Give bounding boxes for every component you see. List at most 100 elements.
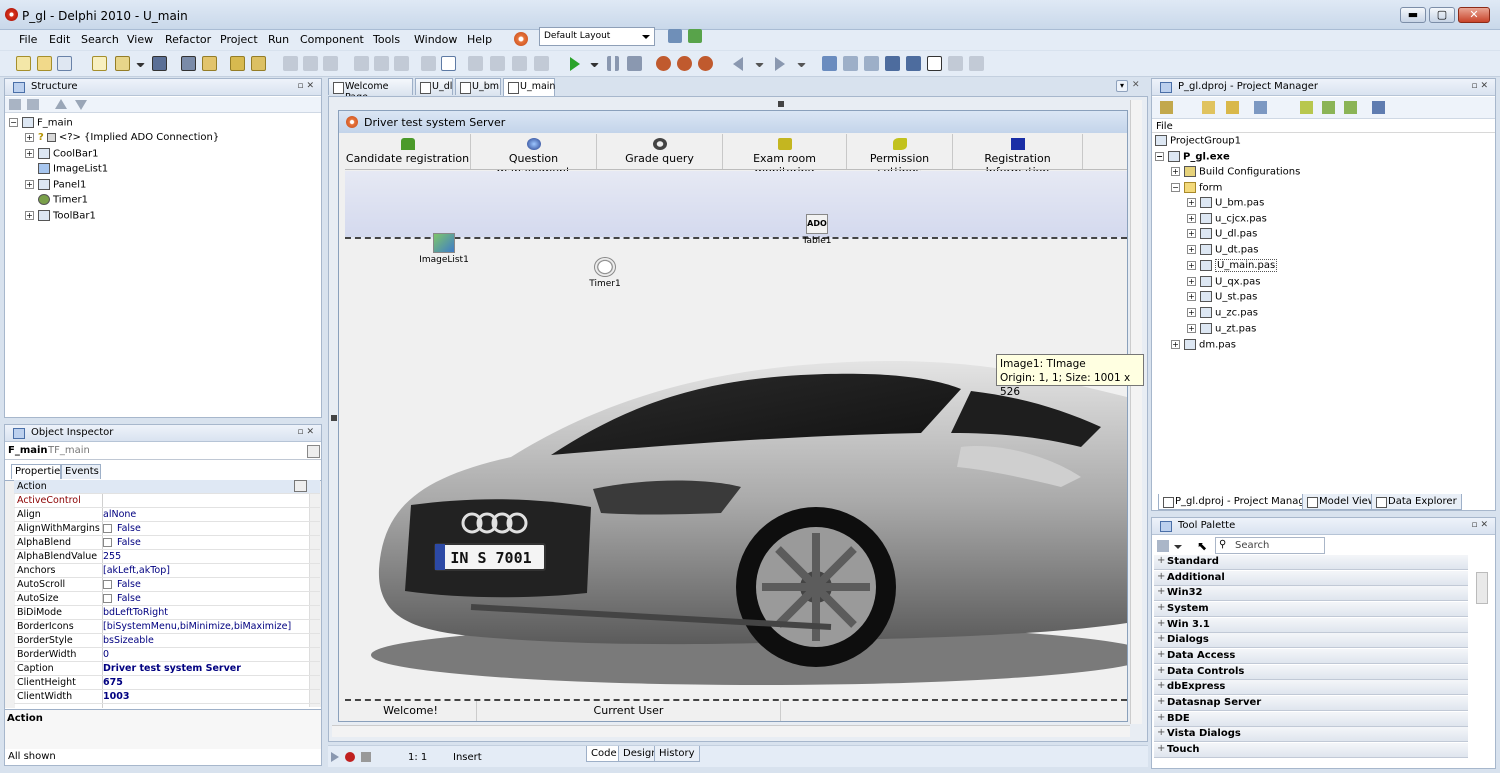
palette-category[interactable]: Win 3.1 (1154, 617, 1468, 633)
save-icon[interactable] (152, 56, 167, 71)
data-modules-icon[interactable] (885, 56, 900, 71)
property-value[interactable]: [akLeft,akTop] (103, 565, 170, 576)
designer-hscroll[interactable] (332, 725, 1130, 737)
tab-model-view[interactable]: Model View (1302, 494, 1381, 510)
exam-room-monitoring-button[interactable]: Exam room monitoring (723, 134, 847, 178)
checkbox[interactable] (103, 524, 112, 533)
collapse-icon[interactable]: − (1171, 183, 1180, 192)
expand-icon[interactable]: + (1171, 167, 1180, 176)
property-value[interactable]: bsSizeable (103, 635, 154, 646)
timer1-component[interactable]: Timer1 (583, 257, 627, 289)
tab-code[interactable]: Code (586, 746, 622, 762)
align-left-icon[interactable] (283, 56, 298, 71)
file-item[interactable]: + U_main.pas (1187, 259, 1278, 275)
dm-file[interactable]: + dm.pas (1171, 339, 1236, 354)
layout-select[interactable]: Default Layout (539, 27, 655, 46)
expand-icon[interactable]: + (25, 149, 34, 158)
expand-icon[interactable]: + (1187, 245, 1196, 255)
property-value[interactable]: Driver test system Server (103, 663, 241, 674)
stop-macro-icon[interactable] (361, 752, 371, 762)
new-icon[interactable] (16, 56, 31, 71)
designed-form[interactable]: Driver test system Server Candidate regi… (338, 110, 1128, 722)
align-bottom-icon[interactable] (394, 56, 409, 71)
property-row[interactable]: ActiveControl (14, 494, 320, 508)
property-row[interactable]: Action (14, 480, 320, 494)
palette-category[interactable]: Data Controls (1154, 664, 1468, 680)
open-icon[interactable] (115, 56, 130, 71)
tab-project-manager[interactable]: P_gl.dproj - Project Manager (1158, 494, 1321, 510)
tree-item[interactable]: ImageList1 (38, 163, 108, 178)
property-row[interactable]: Align alNone (14, 508, 320, 522)
scale-icon[interactable] (534, 56, 549, 71)
property-row[interactable]: Anchors [akLeft,akTop] (14, 564, 320, 578)
registration-information-button[interactable]: Registration Information (953, 134, 1083, 178)
save-all-icon[interactable] (181, 56, 196, 71)
tab-order-icon[interactable] (948, 56, 963, 71)
menu-refactor[interactable]: Refactor (165, 33, 211, 46)
tab-list-icon[interactable]: ▾ (1116, 80, 1128, 92)
file-item[interactable]: + U_dt.pas (1187, 244, 1258, 259)
tab-u-dl[interactable]: U_dl (415, 78, 453, 95)
view-icon[interactable] (1254, 101, 1267, 114)
palette-category[interactable]: Win32 (1154, 586, 1468, 602)
form-folder[interactable]: − form (1171, 182, 1222, 197)
align-center-icon[interactable] (303, 56, 318, 71)
property-value[interactable]: 1003 (103, 691, 129, 702)
browser-icon[interactable] (927, 56, 942, 71)
play-macro-icon[interactable] (331, 752, 339, 762)
toggle-form-unit-icon[interactable] (441, 56, 456, 71)
file-item[interactable]: + U_dl.pas (1187, 228, 1257, 243)
expand-icon[interactable]: + (1187, 292, 1196, 302)
checkbox[interactable] (103, 580, 112, 589)
candidate-registration-button[interactable]: Candidate registration (345, 134, 471, 169)
menu-edit[interactable]: Edit (49, 33, 70, 46)
up-icon[interactable] (55, 99, 67, 109)
component-icon[interactable] (822, 56, 837, 71)
tree-item[interactable]: + Panel1 (25, 179, 86, 194)
tree-root[interactable]: − F_main (9, 117, 73, 132)
tree-item[interactable]: + ToolBar1 (25, 210, 96, 225)
pointer-icon[interactable]: ⬉ (1197, 539, 1207, 553)
expand-icon[interactable]: + (25, 211, 34, 220)
new-items-icon[interactable] (37, 56, 52, 71)
expand-icon[interactable]: + (1187, 276, 1196, 286)
expand-icon[interactable]: + (1187, 307, 1196, 317)
collapse-icon[interactable]: − (1155, 152, 1164, 161)
tab-u-bm[interactable]: U_bm (455, 78, 501, 95)
new-form-icon[interactable] (92, 56, 107, 71)
back-dropdown-icon[interactable] (755, 63, 764, 78)
property-value[interactable]: False (103, 579, 141, 590)
property-row[interactable]: Caption Driver test system Server (14, 662, 320, 676)
file-item[interactable]: + U_bm.pas (1187, 197, 1264, 212)
menu-view[interactable]: View (127, 33, 153, 46)
file-item[interactable]: + u_zt.pas (1187, 322, 1256, 338)
send-back-icon[interactable] (490, 56, 505, 71)
designer-vscroll[interactable] (1130, 100, 1142, 724)
close-button[interactable]: ✕ (1458, 7, 1490, 23)
property-value[interactable]: False (103, 537, 141, 548)
palette-category[interactable]: BDE (1154, 711, 1468, 727)
collapse-icon[interactable] (9, 99, 21, 110)
menu-window[interactable]: Window (414, 33, 457, 46)
property-row[interactable]: AutoSize False (14, 592, 320, 606)
expand-icon[interactable]: + (1171, 340, 1180, 349)
expand-icon[interactable]: + (25, 180, 34, 189)
expand-icon[interactable]: + (1187, 323, 1196, 333)
property-value[interactable]: [biSystemMenu,biMinimize,biMaximize] (103, 621, 291, 632)
categories-icon[interactable] (1157, 540, 1169, 552)
remove-from-project-icon[interactable] (251, 56, 266, 71)
pin-close-icon[interactable]: ▫✕ (297, 427, 317, 437)
pin-close-icon[interactable]: ▫✕ (297, 81, 317, 91)
close-tab-icon[interactable]: ✕ (1132, 80, 1144, 92)
menu-tools[interactable]: Tools (373, 33, 400, 46)
trace-into-icon[interactable] (656, 56, 671, 71)
import-component-icon[interactable] (864, 56, 879, 71)
grade-query-button[interactable]: Grade query (597, 134, 723, 169)
copy-icon[interactable] (57, 56, 72, 71)
property-row[interactable]: BorderStyle bsSizeable (14, 634, 320, 648)
set-debug-desktop-icon[interactable] (688, 29, 702, 43)
checkbox[interactable] (103, 538, 112, 547)
property-value[interactable]: 0 (103, 649, 109, 660)
minimize-button[interactable]: ▬ (1400, 7, 1426, 23)
checkbox[interactable] (103, 594, 112, 603)
